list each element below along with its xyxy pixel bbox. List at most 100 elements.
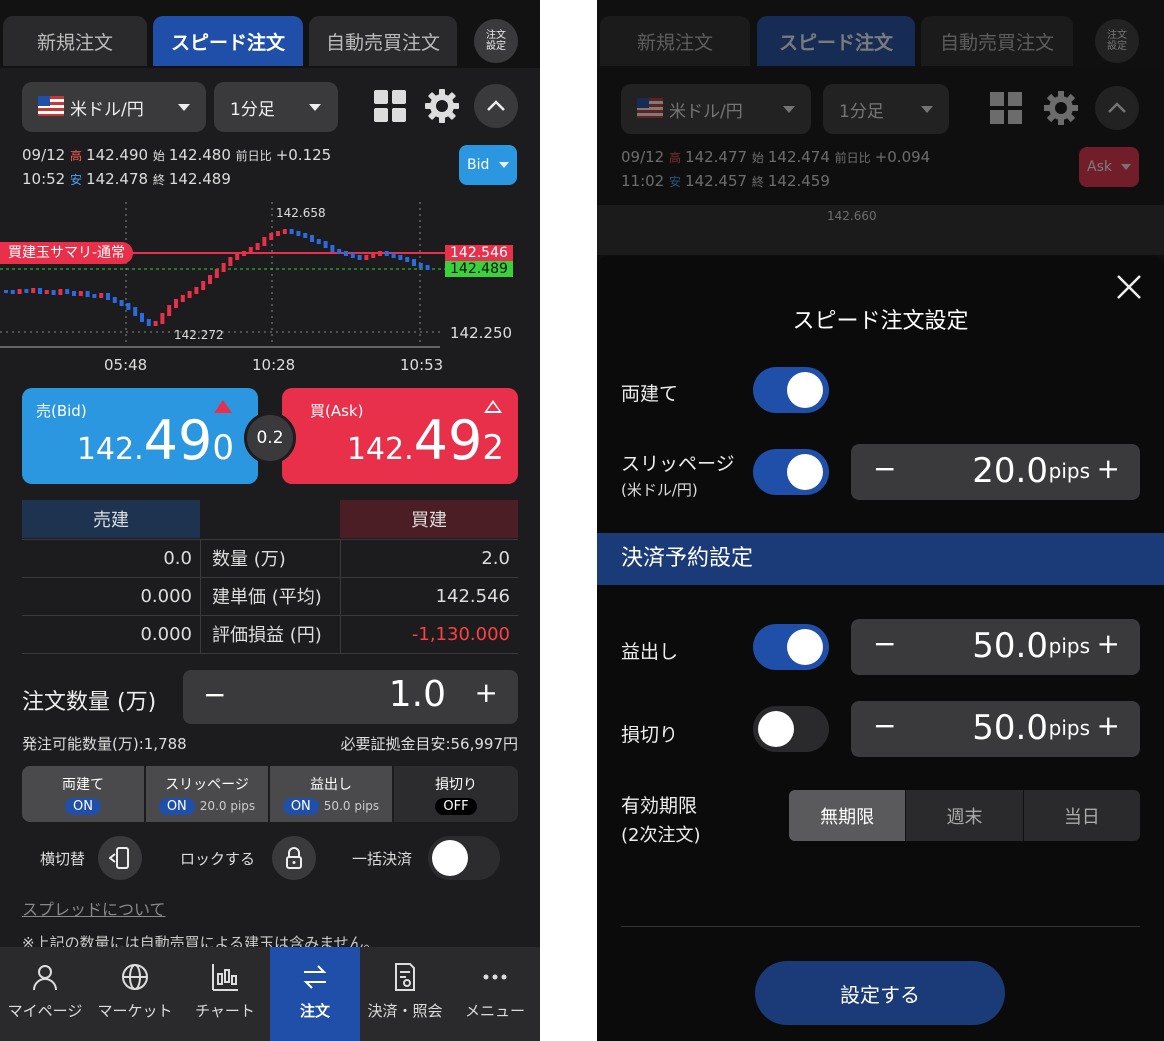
interval-select[interactable]: 1分足 (214, 82, 338, 132)
candle (425, 265, 430, 270)
slippage-toggle[interactable] (753, 449, 829, 495)
decrement-button[interactable]: − (203, 678, 226, 711)
currency-pair-select[interactable]: 米ドル/円 (621, 84, 811, 134)
chart-low-label: 142.272 (174, 328, 224, 342)
low-label: 安 (70, 173, 83, 187)
take-profit-toggle[interactable] (753, 624, 829, 670)
candle (58, 289, 63, 295)
tab-new-order[interactable]: 新規注文 (600, 16, 750, 66)
expiry-option-weekend[interactable]: 週末 (905, 790, 1022, 841)
bid-ask-select[interactable]: Ask (1079, 147, 1139, 187)
stop-loss-toggle[interactable] (753, 706, 829, 752)
nav-settlement[interactable]: 決済・照会 (360, 947, 450, 1041)
expiry-option-today[interactable]: 当日 (1022, 790, 1140, 841)
take-profit-value: 50.0 (972, 626, 1048, 666)
slippage-setting[interactable]: スリッページ ON 20.0 pips (146, 766, 268, 822)
hedge-toggle[interactable] (753, 367, 829, 413)
sell-pnl: 0.000 (140, 623, 192, 645)
candle (221, 263, 226, 272)
date: 09/12 (22, 146, 66, 164)
candle (316, 239, 321, 244)
bulk-settle-toggle[interactable] (428, 836, 500, 880)
chevron-down-icon (178, 104, 190, 111)
sell-bid-button[interactable]: 売(Bid) 142.490 (22, 388, 258, 484)
lock-icon[interactable] (272, 836, 316, 880)
stop-loss-setting[interactable]: 損切り OFF (394, 766, 518, 822)
candle (323, 241, 328, 248)
chart-time-1: 05:48 (104, 356, 148, 374)
candle (92, 294, 97, 298)
more-dots-icon (483, 974, 507, 980)
interval-select[interactable]: 1分足 (823, 84, 949, 134)
buy-ask-button[interactable]: 買(Ask) 142.492 (282, 388, 518, 484)
order-settings-button[interactable]: 注文 設定 (1095, 19, 1139, 63)
take-profit-setting[interactable]: 益出し ON 50.0 pips (270, 766, 392, 822)
collapse-button[interactable] (474, 84, 518, 128)
candle (201, 281, 206, 290)
candle (17, 289, 22, 294)
close-icon[interactable] (1115, 273, 1143, 301)
increment-button[interactable]: + (1097, 627, 1120, 660)
layout-grid-icon[interactable] (990, 92, 1022, 124)
candle (119, 300, 124, 306)
gear-icon[interactable] (424, 88, 460, 124)
slippage-status: ON (158, 797, 195, 815)
tab-speed-order[interactable]: スピード注文 (757, 16, 915, 66)
nav-market[interactable]: マーケット (90, 947, 180, 1041)
chart-high-label: 142.658 (276, 206, 326, 220)
tab-auto-order[interactable]: 自動売買注文 (309, 16, 457, 66)
candle (174, 299, 178, 308)
price-chart[interactable]: 買建玉サマリ-通常 142.658 142.272 142.546 142.48… (0, 196, 540, 382)
candle (140, 313, 144, 322)
nav-order[interactable]: 注文 (270, 947, 360, 1041)
candle (72, 291, 76, 296)
candle (24, 289, 29, 293)
currency-pair-select[interactable]: 米ドル/円 (22, 82, 206, 132)
rotate-screen-icon[interactable] (98, 836, 142, 880)
slippage-stepper[interactable]: − 20.0 pips + (851, 444, 1140, 500)
stop-loss-status: OFF (435, 797, 477, 815)
nav-chart[interactable]: チャート (180, 947, 270, 1041)
candlestick-icon (212, 964, 238, 991)
orientation-label: 横切替 (40, 850, 86, 868)
stop-loss-label: 損切り (621, 724, 679, 746)
candle (378, 251, 382, 256)
order-settings-button[interactable]: 注文 設定 (474, 19, 518, 63)
hedge-label: 両建て (621, 383, 679, 405)
stop-loss-stepper[interactable]: − 50.0 pips + (851, 701, 1140, 757)
candle (412, 259, 416, 266)
modal-title: スピード注文設定 (792, 309, 969, 334)
tab-new-order[interactable]: 新規注文 (3, 16, 147, 66)
buy-pnl: -1,130.000 (411, 623, 510, 645)
decrement-button[interactable]: − (873, 627, 896, 660)
layout-grid-icon[interactable] (374, 90, 406, 122)
tab-speed-order[interactable]: スピード注文 (153, 16, 303, 66)
tab-auto-order[interactable]: 自動売買注文 (921, 16, 1073, 66)
increment-button[interactable]: + (1097, 709, 1120, 742)
swap-arrows-icon (303, 965, 327, 989)
take-profit-stepper[interactable]: − 50.0 pips + (851, 619, 1140, 675)
candle (364, 255, 369, 260)
gear-icon[interactable] (1043, 90, 1079, 126)
increment-button[interactable]: + (475, 676, 498, 709)
spread-link[interactable]: スプレッドについて (22, 896, 166, 920)
expiry-option-unlimited[interactable]: 無期限 (789, 790, 906, 841)
nav-menu[interactable]: メニュー (450, 947, 540, 1041)
candle (194, 287, 199, 294)
take-profit-value: 50.0 pips (323, 799, 380, 813)
position-summary-tag[interactable]: 買建玉サマリ-通常 (0, 242, 134, 264)
order-quantity-stepper[interactable]: − 1.0 + (183, 670, 518, 724)
slippage-unit: pips (1048, 459, 1090, 483)
order-type-tabs: 新規注文 スピード注文 自動売買注文 注文 設定 (597, 0, 1164, 68)
interval-label: 1分足 (839, 101, 884, 122)
decrement-button[interactable]: − (873, 452, 896, 485)
hedge-setting[interactable]: 両建て ON (22, 766, 144, 822)
slippage-pair: (米ドル/円) (621, 481, 698, 499)
decrement-button[interactable]: − (873, 709, 896, 742)
nav-mypage[interactable]: マイページ (0, 947, 90, 1041)
collapse-button[interactable] (1095, 86, 1139, 130)
increment-button[interactable]: + (1097, 452, 1120, 485)
apply-settings-button[interactable]: 設定する (755, 961, 1005, 1025)
candle (4, 290, 8, 293)
bid-ask-select[interactable]: Bid (459, 145, 517, 185)
